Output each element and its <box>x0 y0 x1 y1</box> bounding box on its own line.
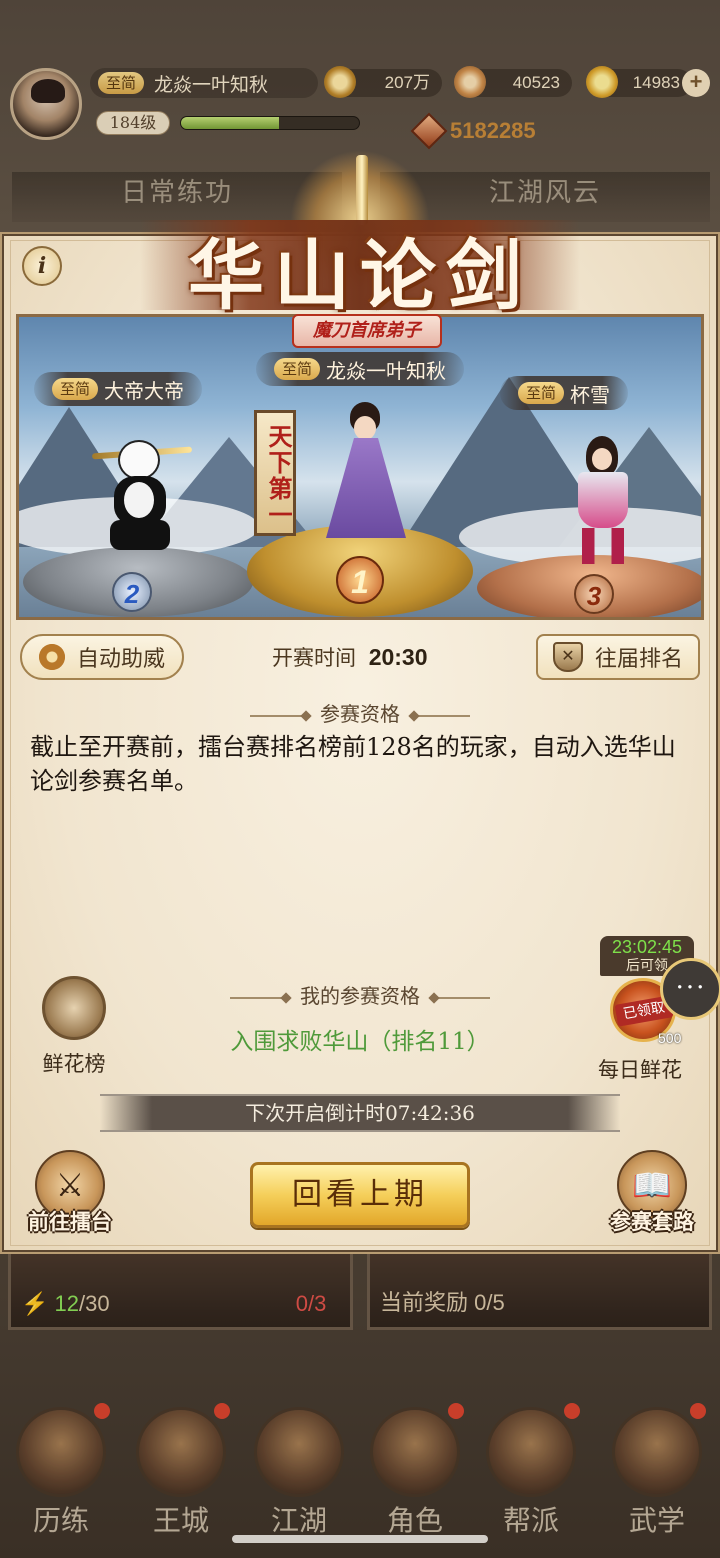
first-place-character[interactable] <box>312 402 422 542</box>
first-place-badge: 1 <box>336 556 384 604</box>
red-boots <box>582 528 624 564</box>
top-ranked-banner: 天下第一 <box>254 410 296 536</box>
pink-dress <box>578 472 628 528</box>
first-place-tag[interactable]: 至简 龙焱一叶知秋 <box>256 352 465 386</box>
info-button[interactable]: i <box>22 246 62 286</box>
first-place-name: 龙焱一叶知秋 <box>326 358 447 383</box>
third-place-name: 杯雪 <box>570 382 611 407</box>
third-place-character[interactable] <box>564 436 644 566</box>
goto-arena-label: 前往擂台 <box>28 1209 112 1234</box>
goto-arena-button[interactable]: ⚔ 前往擂台 <box>18 1150 122 1236</box>
qualification-heading-text: 参赛资格 <box>320 702 400 726</box>
daily-flower-label: 每日鲜花 <box>598 1058 682 1082</box>
past-rankings-label: 往届排名 <box>594 647 683 672</box>
panda-head <box>118 440 160 480</box>
rank-badge: 至简 <box>518 382 565 404</box>
routine-button[interactable]: 📖 参赛套路 <box>600 1150 704 1236</box>
replay-last-season-button[interactable]: 回看上期 <box>250 1162 470 1228</box>
countdown-bar: 下次开启倒计时07:42:36 <box>100 1094 620 1132</box>
qualification-rule-text: 截止至开赛前，擂台赛排名榜前128名的玩家，自动入选华山论剑参赛名单。 <box>30 733 676 795</box>
second-place-tag[interactable]: 至简 大帝大帝 <box>34 372 203 406</box>
panel-title: 华山论剑 <box>188 231 532 320</box>
divider <box>230 996 286 999</box>
gear-icon <box>38 644 65 670</box>
rank-badge: 至简 <box>52 378 99 400</box>
panda-character[interactable] <box>104 440 174 550</box>
panda-belly <box>124 482 154 518</box>
third-place-tag[interactable]: 至简 杯雪 <box>500 376 629 410</box>
start-time-value: 20:30 <box>368 644 428 670</box>
my-qualification-heading: 我的参赛资格 <box>0 980 720 1009</box>
routine-label: 参赛套路 <box>610 1209 694 1234</box>
timer-value: 23:02:45 <box>611 937 683 957</box>
divider <box>250 714 306 717</box>
rank-badge: 至简 <box>274 358 321 380</box>
character-face <box>592 448 612 470</box>
start-time: 开赛时间 20:30 <box>272 640 428 674</box>
crossed-swords-shield-icon <box>552 642 583 672</box>
second-place-name: 大帝大帝 <box>104 378 185 403</box>
auto-cheer-button[interactable]: 自动助威 <box>20 634 184 680</box>
divider <box>414 714 470 717</box>
second-place-badge: 2 <box>112 572 152 612</box>
my-qualification-heading-text: 我的参赛资格 <box>300 984 420 1008</box>
third-place-badge: 3 <box>574 574 614 614</box>
qualification-heading: 参赛资格 <box>0 698 720 727</box>
past-rankings-button[interactable]: 往届排名 <box>536 634 700 680</box>
my-qualification-status: 入围求败华山（排名11） <box>230 1029 490 1055</box>
start-time-label: 开赛时间 <box>272 646 356 670</box>
purple-robe <box>326 438 406 538</box>
first-place-title: 魔刀首席弟子 <box>292 314 442 348</box>
divider <box>434 996 490 999</box>
auto-cheer-label: 自动助威 <box>76 647 165 672</box>
character-face <box>354 416 376 440</box>
panda-legs <box>110 520 170 550</box>
